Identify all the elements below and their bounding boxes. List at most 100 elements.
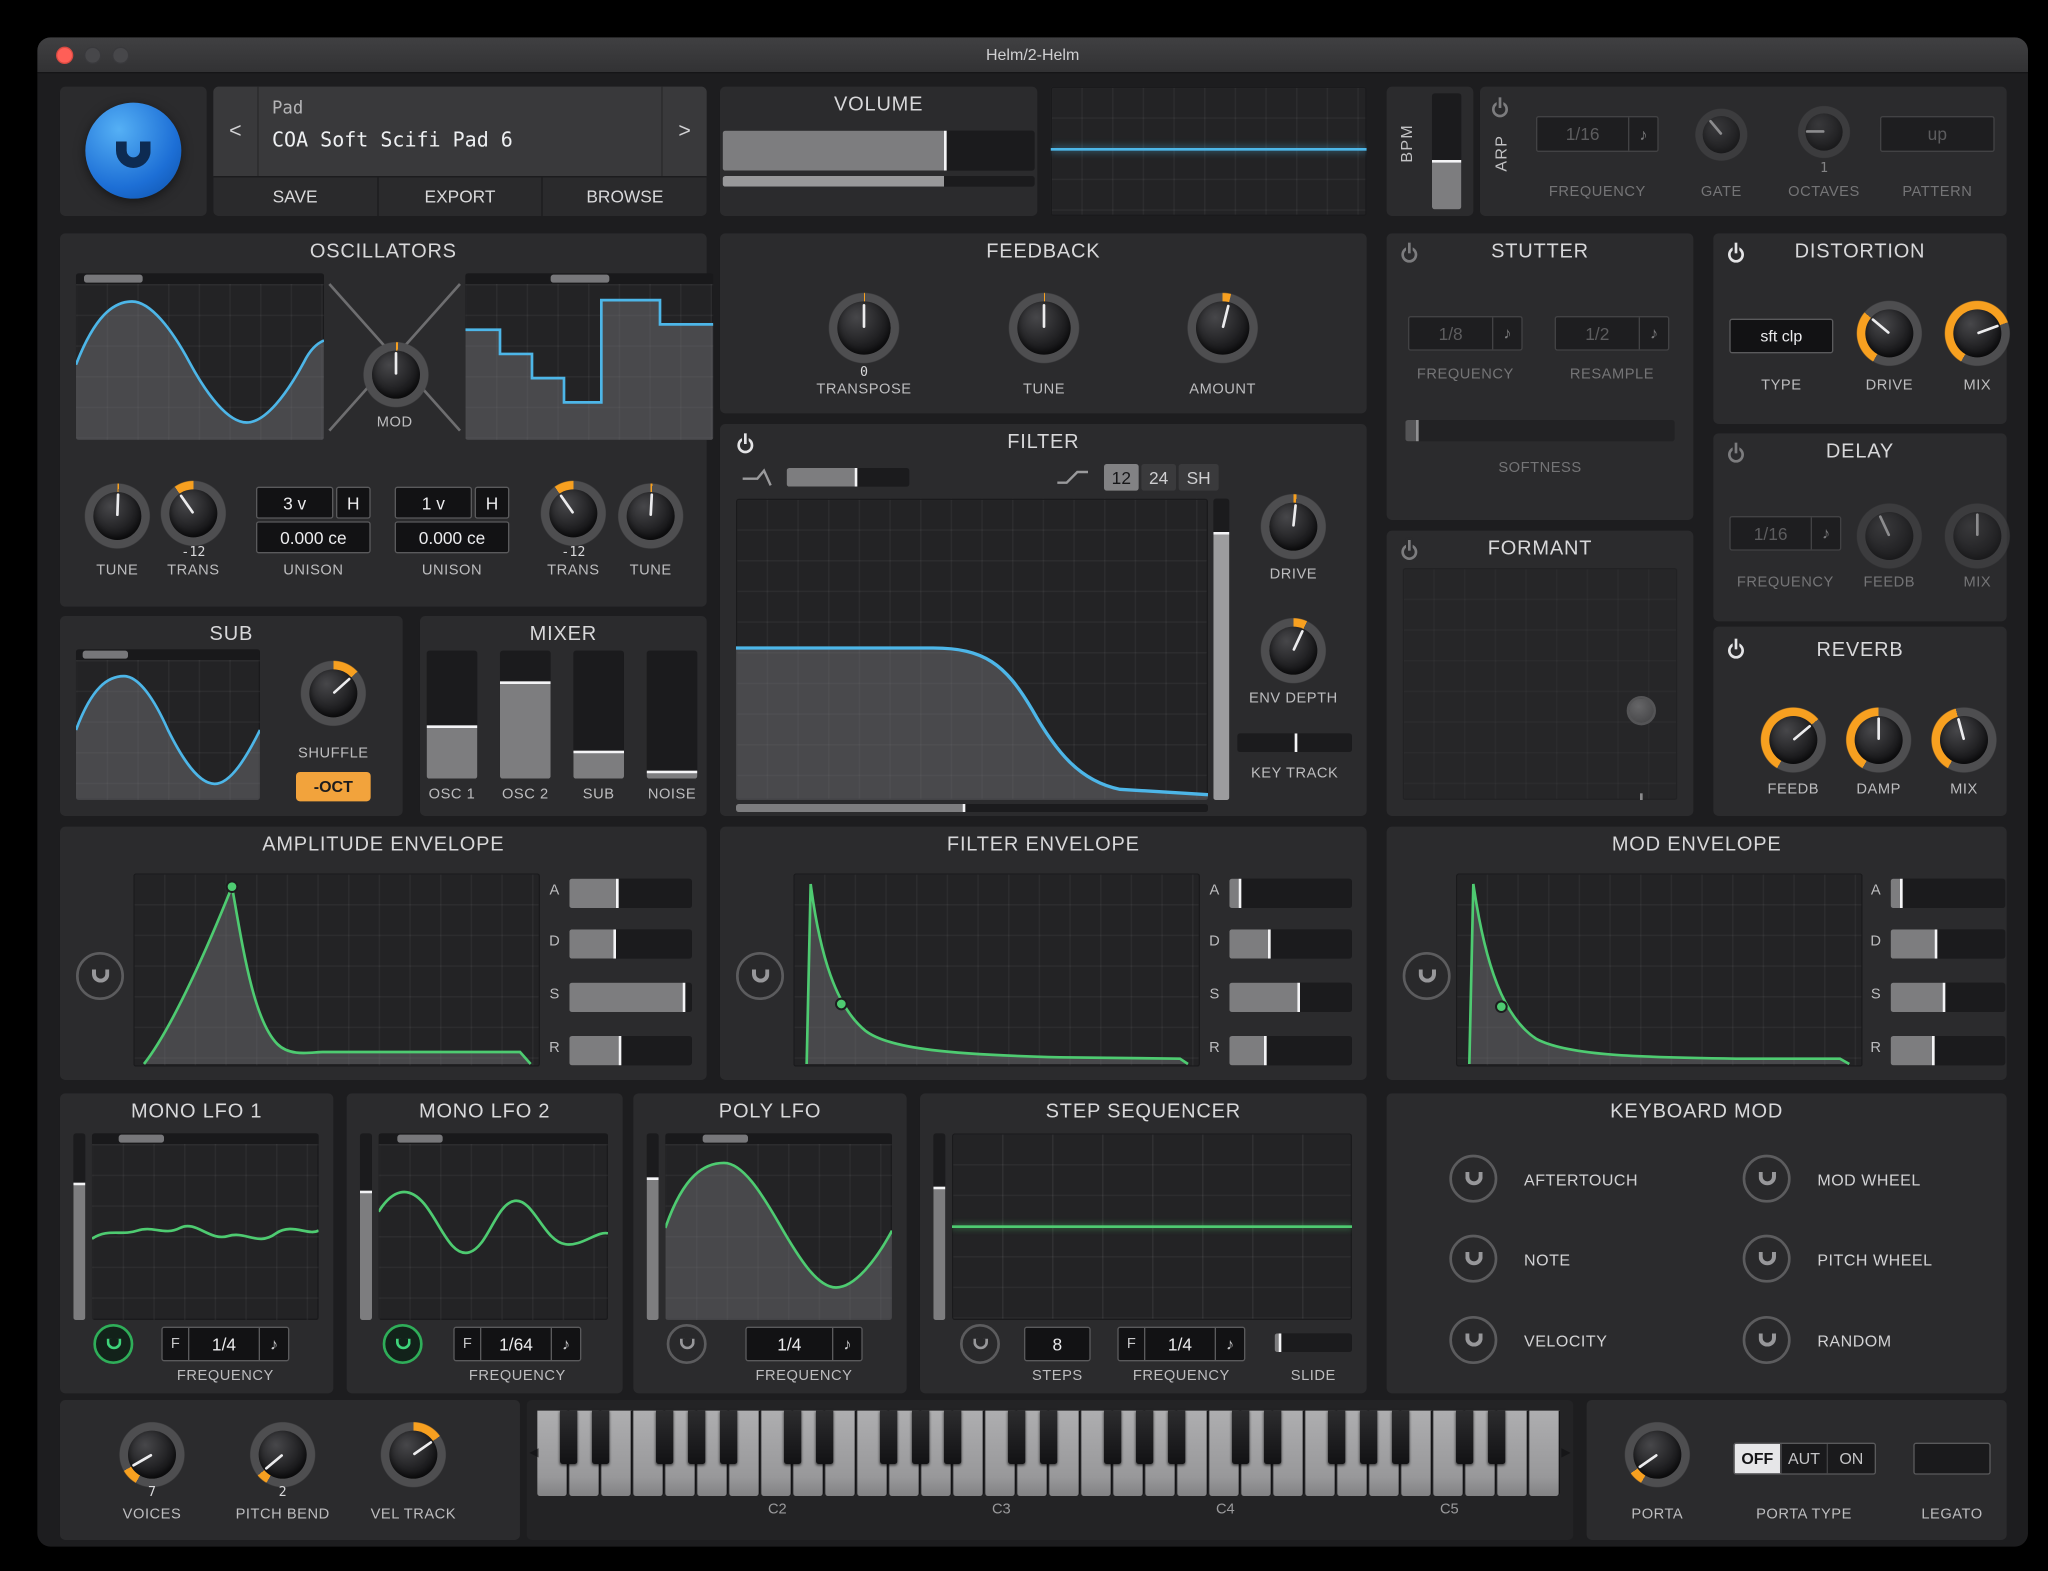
filter-release-slider[interactable] — [1229, 1036, 1352, 1065]
black-key[interactable] — [880, 1411, 897, 1464]
browse-button[interactable]: BROWSE — [543, 177, 707, 216]
next-patch-button[interactable]: > — [661, 87, 706, 176]
volume-slider[interactable] — [723, 131, 1035, 171]
filter-12db-button[interactable]: 12 — [1104, 464, 1139, 491]
stutter-softness-slider[interactable] — [1405, 420, 1674, 441]
cross-mod-knob[interactable] — [363, 341, 430, 408]
tempo-sync-icon[interactable]: ♪ — [1492, 317, 1521, 349]
osc2-harmonize-toggle[interactable]: H — [475, 487, 510, 519]
lfo2-mod-source-icon[interactable] — [383, 1324, 423, 1364]
lfo1-waveform-display[interactable] — [92, 1133, 319, 1320]
mixer-osc1-slider[interactable] — [427, 651, 478, 779]
black-key[interactable] — [1392, 1411, 1409, 1464]
black-key[interactable] — [1136, 1411, 1153, 1464]
zoom-button[interactable] — [112, 47, 129, 64]
black-key[interactable] — [720, 1411, 737, 1464]
distortion-drive-knob[interactable] — [1856, 300, 1923, 367]
reverb-damp-knob[interactable] — [1845, 707, 1912, 774]
pitch-bend-knob[interactable] — [249, 1421, 316, 1488]
poly-lfo-frequency-box[interactable]: 1/4 ♪ — [745, 1327, 862, 1362]
reverb-mix-knob[interactable] — [1931, 707, 1998, 774]
lfo1-frequency-box[interactable]: F 1/4 ♪ — [161, 1327, 289, 1362]
feedback-tune-knob[interactable] — [1008, 292, 1080, 364]
velocity-mod-source-icon[interactable] — [1449, 1316, 1497, 1364]
black-key[interactable] — [688, 1411, 705, 1464]
amp-decay-slider[interactable] — [569, 929, 692, 958]
random-mod-source-icon[interactable] — [1743, 1316, 1791, 1364]
poly-lfo-mod-source-icon[interactable] — [667, 1324, 707, 1364]
amp-env-display[interactable] — [133, 873, 540, 1066]
mod-env-mod-source-icon[interactable] — [1403, 952, 1451, 1000]
osc2-unison-detune-box[interactable]: 0.000 ce — [395, 521, 510, 553]
filter-blend-slider[interactable] — [787, 468, 910, 487]
mod-attack-slider[interactable] — [1891, 879, 2006, 908]
step-seq-mod-source-icon[interactable] — [960, 1324, 1000, 1364]
delay-frequency-box[interactable]: 1/16 ♪ — [1729, 516, 1841, 551]
black-key[interactable] — [1360, 1411, 1377, 1464]
arp-octaves-knob[interactable] — [1797, 105, 1850, 158]
arp-frequency-box[interactable]: 1/16 ♪ — [1536, 116, 1659, 152]
black-key[interactable] — [912, 1411, 929, 1464]
filter-attack-slider[interactable] — [1229, 879, 1352, 908]
mixer-sub-slider[interactable] — [573, 651, 624, 779]
amp-release-slider[interactable] — [569, 1036, 692, 1065]
slide-slider[interactable] — [1275, 1333, 1352, 1352]
poly-lfo-amount-slider[interactable] — [647, 1133, 659, 1320]
feedback-amount-knob[interactable] — [1187, 292, 1259, 364]
patch-display[interactable]: < > Pad COA Soft Scifi Pad 6 — [213, 87, 706, 176]
black-key[interactable] — [656, 1411, 673, 1464]
mod-sustain-slider[interactable] — [1891, 983, 2006, 1012]
black-key[interactable] — [816, 1411, 833, 1464]
osc1-tune-knob[interactable] — [84, 483, 151, 550]
tempo-sync-icon[interactable]: ♪ — [1215, 1328, 1244, 1360]
close-button[interactable] — [56, 47, 73, 64]
filter-cutoff-slider[interactable] — [736, 804, 1208, 812]
stutter-frequency-box[interactable]: 1/8 ♪ — [1408, 316, 1523, 351]
osc1-unison-voices-box[interactable]: 3 v — [256, 487, 333, 519]
osc1-waveform-display[interactable] — [76, 273, 324, 440]
aftertouch-mod-source-icon[interactable] — [1449, 1155, 1497, 1203]
black-key[interactable] — [560, 1411, 577, 1464]
distortion-type-box[interactable]: sft clp — [1729, 319, 1833, 354]
keyboard-scroll-left-icon[interactable]: ◀ — [529, 1445, 538, 1460]
voices-knob[interactable] — [119, 1421, 186, 1488]
lfo1-mod-source-icon[interactable] — [93, 1324, 133, 1364]
bpm-slider[interactable] — [1432, 93, 1461, 209]
filter-decay-slider[interactable] — [1229, 929, 1352, 958]
osc2-unison-voices-box[interactable]: 1 v — [395, 487, 472, 519]
black-key[interactable] — [1168, 1411, 1185, 1464]
note-mod-source-icon[interactable] — [1449, 1235, 1497, 1283]
amp-sustain-slider[interactable] — [569, 983, 692, 1012]
poly-lfo-waveform-display[interactable] — [665, 1133, 892, 1320]
prev-patch-button[interactable]: < — [213, 87, 258, 176]
osc2-transpose-knob[interactable] — [540, 480, 607, 547]
formant-xy-puck[interactable] — [1627, 696, 1656, 725]
vel-track-knob[interactable] — [380, 1421, 447, 1488]
mixer-osc2-slider[interactable] — [500, 651, 551, 779]
lfo2-amount-slider[interactable] — [360, 1133, 372, 1320]
black-key[interactable] — [1488, 1411, 1505, 1464]
osc1-harmonize-toggle[interactable]: H — [336, 487, 371, 519]
filter-24db-button[interactable]: 24 — [1141, 464, 1176, 491]
arp-power-icon[interactable] — [1491, 97, 1511, 117]
mixer-noise-slider[interactable] — [647, 651, 698, 779]
delay-mix-knob[interactable] — [1944, 503, 2011, 570]
black-key[interactable] — [1456, 1411, 1473, 1464]
lfo2-frequency-box[interactable]: F 1/64 ♪ — [453, 1327, 581, 1362]
keyboard-scroll-right-icon[interactable]: ▶ — [1561, 1445, 1570, 1460]
sub-waveform-display[interactable] — [76, 649, 260, 800]
porta-type-on[interactable]: ON — [1828, 1444, 1875, 1473]
black-key[interactable] — [1040, 1411, 1057, 1464]
mod-decay-slider[interactable] — [1891, 929, 2006, 958]
black-key[interactable] — [784, 1411, 801, 1464]
lfo2-waveform-display[interactable] — [379, 1133, 608, 1320]
tempo-sync-icon[interactable]: ♪ — [259, 1328, 288, 1360]
legato-toggle[interactable] — [1913, 1443, 1990, 1475]
minimize-button[interactable] — [84, 47, 101, 64]
filter-resonance-slider[interactable] — [1213, 499, 1229, 800]
export-button[interactable]: EXPORT — [378, 177, 542, 216]
lfo1-sync-toggle[interactable]: F — [163, 1328, 190, 1360]
tempo-sync-icon[interactable]: ♪ — [1639, 317, 1668, 349]
osc2-tune-knob[interactable] — [617, 483, 684, 550]
reverb-feedback-knob[interactable] — [1760, 707, 1827, 774]
